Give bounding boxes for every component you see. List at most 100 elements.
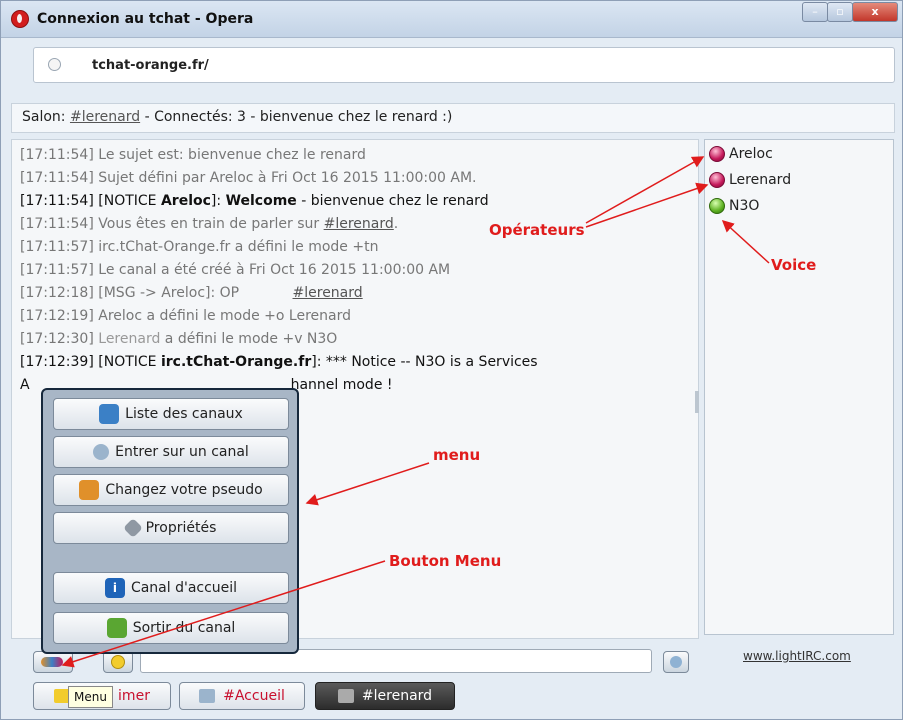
info-icon: i <box>104 578 125 598</box>
nickname[interactable]: Lerenard <box>98 331 160 347</box>
channel-tab-icon <box>199 689 216 703</box>
timestamp: [17:11:57] <box>20 239 94 255</box>
chat-line: [17:11:54] [NOTICE Areloc]: Welcome - bi… <box>20 190 690 213</box>
tab-lerenard[interactable]: #lerenard <box>315 682 455 710</box>
send-icon <box>670 656 682 668</box>
chat-line: [17:12:39] [NOTICE irc.tChat-Orange.fr]:… <box>20 351 690 374</box>
message-text: [NOTICE <box>93 354 161 370</box>
url-text[interactable]: tchat-orange.fr/ <box>92 58 209 73</box>
chat-line: [17:11:54] Le sujet est: bienvenue chez … <box>20 144 690 167</box>
menu-item-change-nick[interactable]: Changez votre pseudo <box>53 474 289 506</box>
timestamp: [17:11:54] <box>20 216 94 232</box>
title-bar: Connexion au tchat - Opera – ▫ x <box>1 1 902 38</box>
message-text: - bienvenue chez le renard <box>296 193 489 209</box>
user-list: Areloc Lerenard N3O <box>704 139 894 635</box>
channel-tab-icon <box>337 689 354 703</box>
timestamp: [17:12:19] <box>20 308 94 324</box>
message-text: Areloc a défini le mode +o Lerenard <box>93 308 351 324</box>
enter-channel-icon <box>93 444 110 460</box>
timestamp: [17:12:39] <box>20 354 94 370</box>
message-text: . <box>393 216 399 232</box>
chat-line: [17:12:18] [MSG -> Areloc]: OP #lerenard <box>20 282 690 305</box>
message-text: Le sujet est: bienvenue chez le renard <box>93 147 366 163</box>
voice-status-icon <box>709 198 725 214</box>
timestamp: [17:11:54] <box>20 147 94 163</box>
close-button[interactable]: x <box>852 2 898 22</box>
timestamp: [17:11:57] <box>20 262 94 278</box>
message-text: irc.tChat-Orange.fr a défini le mode +tn <box>93 239 379 255</box>
operator-status-icon <box>709 172 725 188</box>
message-text: hannel mode ! <box>290 377 393 393</box>
menu-item-channel-list[interactable]: Liste des canaux <box>53 398 289 430</box>
user-item-lerenard[interactable]: Lerenard <box>709 169 791 191</box>
chat-line: [17:11:54] Sujet défini par Areloc à Fri… <box>20 167 690 190</box>
window-title: Connexion au tchat - Opera <box>37 11 254 27</box>
message-text: Le canal a été créé à Fri Oct 16 2015 11… <box>93 262 451 278</box>
menu-item-label: Entrer sur un canal <box>115 444 249 460</box>
message-text: ]: *** Notice -- N3O is a Services <box>311 354 538 370</box>
channel-prefix: Salon: <box>22 109 70 125</box>
annotation-menu: menu <box>433 446 481 464</box>
menu-item-label: Propriétés <box>145 520 217 536</box>
minimize-button[interactable]: – <box>802 2 828 22</box>
chat-line: [17:11:57] Le canal a été créé à Fri Oct… <box>20 259 690 282</box>
message-text: ]: <box>210 193 226 209</box>
user-name: Lerenard <box>729 172 792 188</box>
channel-link[interactable]: #lerenard <box>70 109 140 125</box>
channel-link[interactable]: #lerenard <box>293 285 363 301</box>
message-text: A <box>20 377 30 393</box>
opera-logo-icon <box>11 10 29 28</box>
chat-scrollbar[interactable] <box>695 391 699 413</box>
globe-icon <box>48 58 61 71</box>
exit-icon <box>106 618 127 638</box>
message-text: Vous êtes en train de parler sur <box>93 216 324 232</box>
annotation-operateurs: Opérateurs <box>489 221 585 239</box>
address-bar[interactable]: tchat-orange.fr/ <box>33 47 895 83</box>
menu-item-label: Changez votre pseudo <box>105 482 263 498</box>
chat-line: [17:12:19] Areloc a défini le mode +o Le… <box>20 305 690 328</box>
channel-list-icon <box>99 404 120 424</box>
channel-topic-bar: Salon: #lerenard - Connectés: 3 - bienve… <box>11 103 895 133</box>
browser-window: Connexion au tchat - Opera – ▫ x tchat-o… <box>0 0 903 720</box>
nickname[interactable]: Areloc <box>161 193 211 209</box>
lightirc-credit-link[interactable]: www.lightIRC.com <box>743 649 851 663</box>
chat-line: [17:11:57] irc.tChat-Orange.fr a défini … <box>20 236 690 259</box>
tab-label: #Accueil <box>223 688 285 704</box>
menu-item-enter-channel[interactable]: Entrer sur un canal <box>53 436 289 468</box>
timestamp: [17:11:54] <box>20 170 94 186</box>
message-text: a défini le mode +v N3O <box>160 331 338 347</box>
tab-label: #lerenard <box>361 688 433 704</box>
tab-label: imer <box>118 688 150 704</box>
send-button[interactable] <box>663 651 689 673</box>
menu-item-properties[interactable]: Propriétés <box>53 512 289 544</box>
menu-item-home-channel[interactable]: i Canal d'accueil <box>53 572 289 604</box>
menu-item-label: Canal d'accueil <box>130 580 238 596</box>
channel-link[interactable]: #lerenard <box>324 216 394 232</box>
user-item-n3o[interactable]: N3O <box>709 195 759 217</box>
menu-item-label: Sortir du canal <box>132 620 236 636</box>
message-text: Sujet défini par Areloc à Fri Oct 16 201… <box>93 170 477 186</box>
user-icon <box>79 480 100 500</box>
channel-info: - Connectés: 3 - bienvenue chez le renar… <box>140 109 453 125</box>
nickname[interactable]: irc.tChat-Orange.fr <box>161 354 311 370</box>
maximize-button[interactable]: ▫ <box>827 2 853 22</box>
user-item-areloc[interactable]: Areloc <box>709 143 773 165</box>
annotation-voice: Voice <box>771 256 817 274</box>
menu-panel: Liste des canaux Entrer sur un canal Cha… <box>41 388 299 654</box>
menu-item-leave-channel[interactable]: Sortir du canal <box>53 612 289 644</box>
message-bold: Welcome <box>225 193 297 209</box>
timestamp: [17:12:30] <box>20 331 94 347</box>
message-text: [NOTICE <box>93 193 161 209</box>
operator-status-icon <box>709 146 725 162</box>
menu-icon <box>41 657 63 667</box>
menu-button[interactable] <box>33 651 73 673</box>
menu-tooltip: Menu <box>68 686 113 708</box>
tab-accueil[interactable]: #Accueil <box>179 682 305 710</box>
chat-line: [17:11:54] Vous êtes en train de parler … <box>20 213 690 236</box>
smiley-icon <box>111 655 125 669</box>
smiley-button[interactable] <box>103 651 133 673</box>
user-name: Areloc <box>729 146 773 162</box>
window-controls: – ▫ x <box>802 2 898 22</box>
message-text: [MSG -> Areloc]: OP <box>93 285 293 301</box>
menu-item-label: Liste des canaux <box>125 406 243 422</box>
